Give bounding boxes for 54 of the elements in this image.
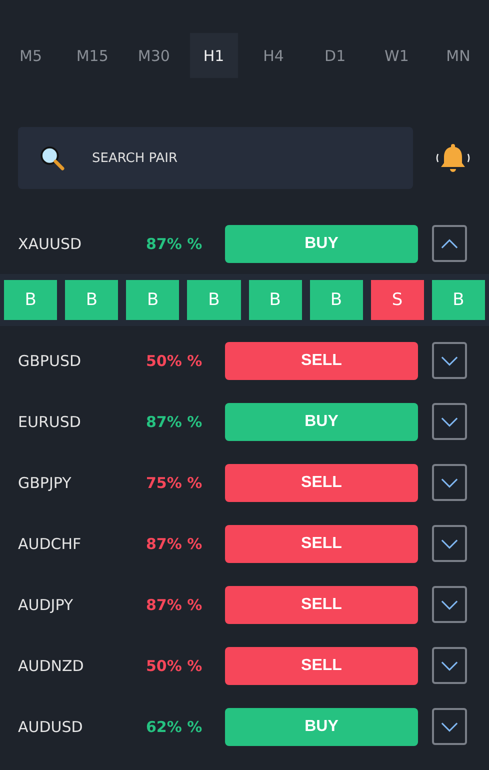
percent-value: 87% % [146,596,204,614]
signal-button[interactable]: SELL [225,586,418,624]
expand-toggle[interactable] [432,464,467,501]
percent-value: 50% % [146,352,204,370]
pair-name: AUDCHF [18,534,82,552]
signal-cell: B [310,280,363,320]
pair-name: AUDNZD [18,656,85,674]
timeframe-tab[interactable]: M30 [123,33,185,78]
signal-cell: S [370,280,424,320]
expand-toggle[interactable] [432,586,467,623]
timeframe-tab[interactable]: H1 [190,33,238,78]
timeframe-tab[interactable]: M5 [0,33,62,78]
search-field[interactable]: SEARCH PAIR [18,127,413,189]
chevron-icon [440,354,459,366]
signal-cell: B [126,280,180,320]
chevron-icon [440,416,459,428]
percent-value: 87% % [146,234,204,252]
expand-toggle[interactable] [432,708,467,745]
expand-toggle[interactable] [432,525,467,562]
expand-toggle[interactable] [432,647,467,684]
chevron-icon [440,660,459,672]
signal-cell: B [187,280,240,320]
timeframe-tab[interactable]: H4 [242,33,304,78]
pair-name: GBPUSD [18,352,82,370]
pair-name: GBPJPY [18,474,72,492]
signal-button[interactable]: SELL [225,342,418,380]
expand-toggle[interactable] [432,342,467,379]
chevron-icon [440,538,459,550]
percent-value: 62% % [146,718,204,736]
expand-toggle[interactable] [432,225,467,262]
percent-value: 50% % [146,656,204,674]
timeframe-tab[interactable]: MN [427,33,489,78]
timeframe-tab[interactable]: D1 [304,33,366,78]
chevron-icon [440,720,459,732]
timeframe-tab[interactable]: M15 [62,33,124,78]
pair-name: AUDJPY [18,596,74,614]
signal-button[interactable]: SELL [225,464,418,502]
chevron-icon [440,598,459,610]
percent-value: 75% % [146,474,204,492]
signal-cell: B [248,280,302,320]
percent-value: 87% % [146,412,204,430]
signal-button[interactable]: SELL [225,524,418,562]
signal-cell: B [65,280,118,320]
signal-button[interactable]: SELL [225,646,418,684]
timeframe-tab[interactable]: W1 [366,33,428,78]
signal-cell: B [432,280,485,320]
signal-cell: B [4,280,58,320]
pair-name: AUDUSD [18,718,84,736]
pair-name: XAUUSD [18,234,83,252]
percent-value: 87% % [146,534,204,552]
pair-name: EURUSD [18,412,82,430]
chevron-icon [440,238,459,250]
chevron-icon [440,476,459,488]
expand-toggle[interactable] [432,403,467,440]
